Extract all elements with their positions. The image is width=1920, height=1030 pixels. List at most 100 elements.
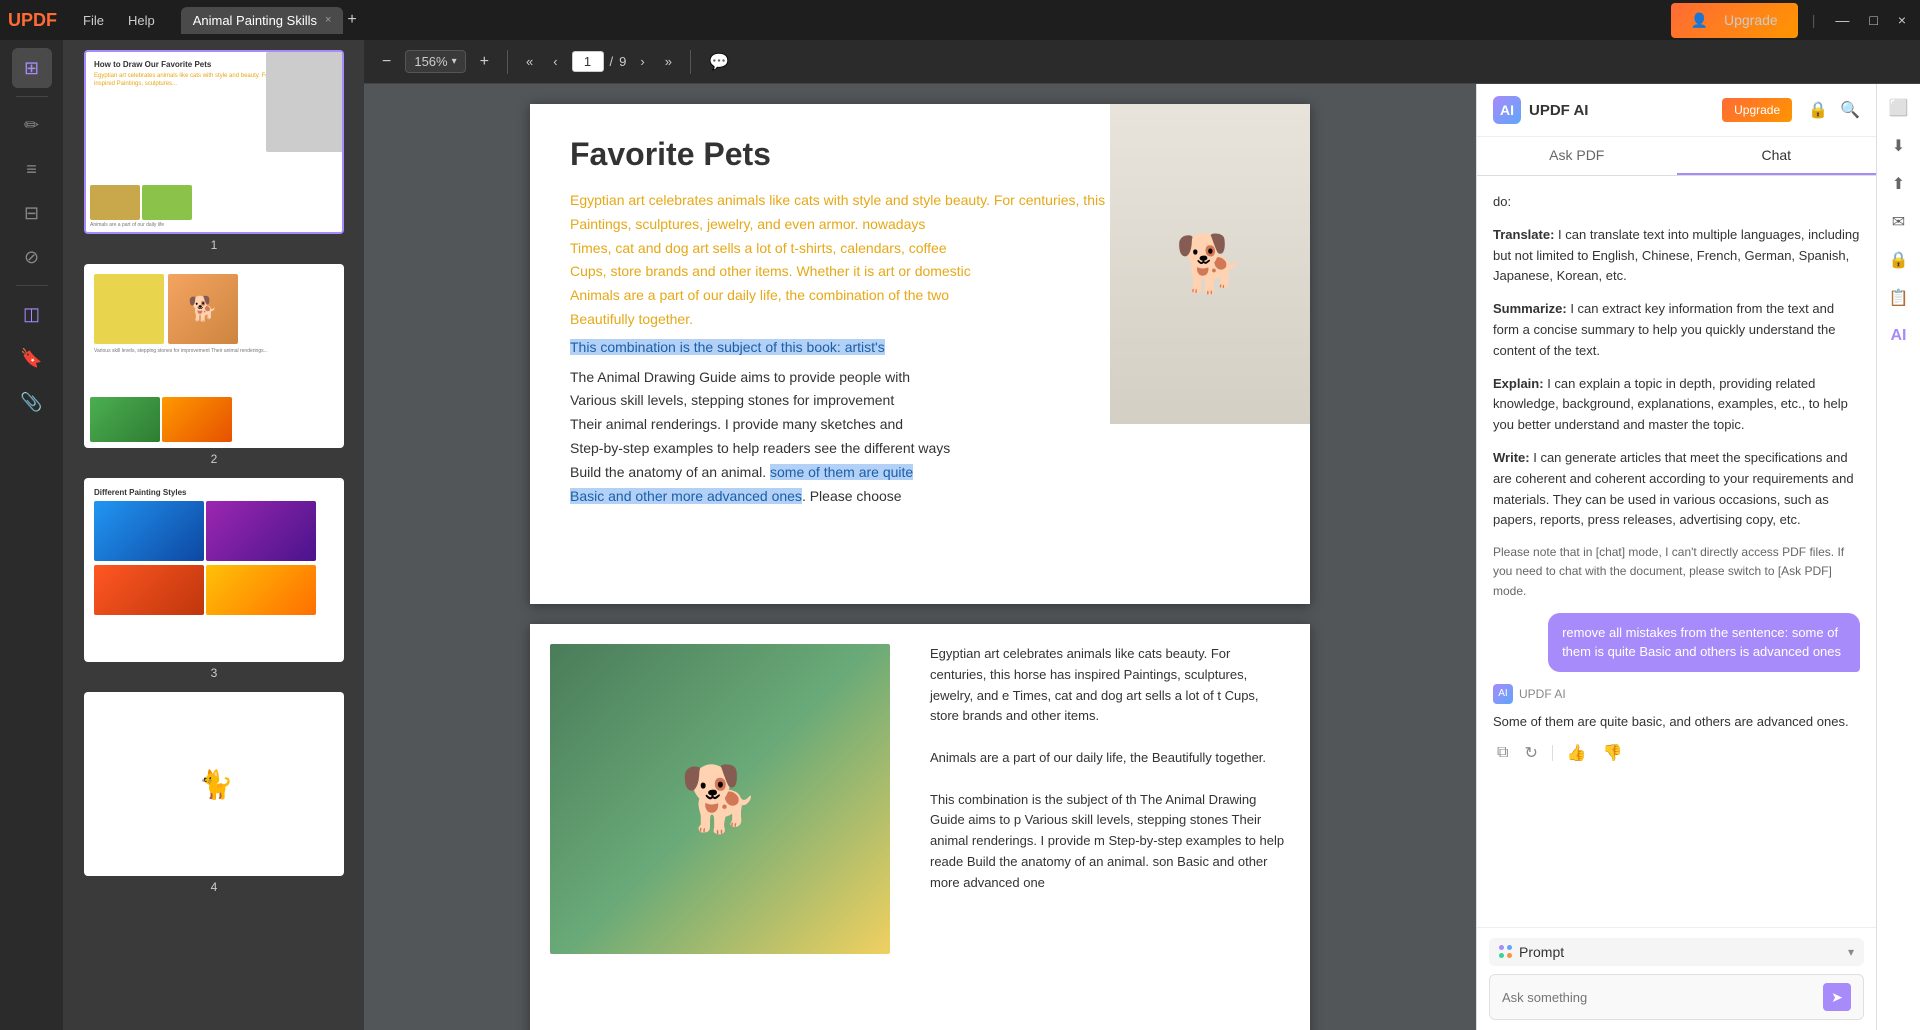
menu-file[interactable]: File — [73, 9, 114, 32]
thumbnail-page-2[interactable]: 🐕 Various skill levels, stepping stones … — [74, 264, 354, 466]
rt-button-2[interactable]: ⬇ — [1883, 130, 1915, 162]
rt-button-clipboard[interactable]: 📋 — [1883, 282, 1915, 314]
rt-button-lock[interactable]: 🔒 — [1883, 244, 1915, 276]
ask-input[interactable] — [1502, 990, 1815, 1005]
sidebar-icon-stamp[interactable]: ⊘ — [12, 237, 52, 277]
page-separator: / — [610, 54, 614, 69]
comment-toolbar-button[interactable]: 💬 — [703, 48, 735, 76]
tab-title: Animal Painting Skills — [193, 13, 317, 28]
thumbnail-page-3[interactable]: Different Painting Styles 3 — [74, 478, 354, 680]
thumbnail-img-2: 🐕 Various skill levels, stepping stones … — [84, 264, 344, 448]
thumbnail-panel: How to Draw Our Favorite Pets Egyptian a… — [64, 40, 364, 1030]
toolbar-separator-1 — [507, 50, 508, 74]
ai-upgrade-button[interactable]: Upgrade — [1722, 98, 1792, 122]
ai-response-text: Some of them are quite basic, and others… — [1493, 704, 1860, 741]
ai-tabs: Ask PDF Chat — [1477, 137, 1876, 176]
nav-next-button[interactable]: › — [634, 50, 650, 73]
ai-panel-title: UPDF AI — [1529, 102, 1588, 119]
ai-response-header: AI UPDF AI — [1493, 684, 1860, 704]
ai-response-actions: ⧉ ↻ 👍 👎 — [1493, 741, 1860, 765]
zoom-out-button[interactable]: − — [376, 49, 397, 75]
titlebar: UPDF File Help Animal Painting Skills × … — [0, 0, 1920, 40]
sidebar-icon-select[interactable]: ⊞ — [12, 48, 52, 88]
page-total: 9 — [619, 54, 626, 69]
menu-help[interactable]: Help — [118, 9, 165, 32]
tab-close-btn[interactable]: × — [325, 14, 331, 26]
copy-response-button[interactable]: ⧉ — [1493, 742, 1512, 764]
nav-first-button[interactable]: « — [520, 50, 539, 73]
tab-ask-pdf[interactable]: Ask PDF — [1477, 137, 1677, 175]
lock-icon: 🔒 — [1808, 100, 1828, 120]
ai-messages: do: Translate: I can translate text into… — [1477, 176, 1876, 927]
action-separator — [1552, 745, 1553, 761]
rt-button-3[interactable]: ⬆ — [1883, 168, 1915, 200]
pdf-embroidery-image: 🐕 — [550, 644, 890, 954]
ai-explain-info: Explain: I can explain a topic in depth,… — [1493, 374, 1860, 436]
main-toolbar: − 156% ▾ + « ‹ / 9 › » 💬 — [364, 40, 1920, 84]
nav-prev-button[interactable]: ‹ — [547, 50, 563, 73]
ai-translate-info: Translate: I can translate text into mul… — [1493, 225, 1860, 287]
user-message-container: remove all mistakes from the sentence: s… — [1493, 613, 1860, 672]
tab-chat[interactable]: Chat — [1677, 137, 1877, 175]
app-body: ⊞ ✏ ≡ ⊟ ⊘ ◫ 🔖 📎 How to Draw Our Favorite… — [0, 40, 1920, 1030]
sidebar-divider-1 — [16, 96, 48, 97]
right-toolbar: ⬜ ⬇ ⬆ ✉ 🔒 📋 AI — [1876, 84, 1920, 1030]
upgrade-button-title[interactable]: 👤 Upgrade — [1671, 3, 1798, 38]
toolbar-separator-2 — [690, 50, 691, 74]
thumbnail-num-3: 3 — [211, 666, 218, 680]
refresh-response-button[interactable]: ↻ — [1520, 741, 1541, 765]
page-number-input[interactable] — [572, 51, 604, 72]
pdf-page-1: 🐕 Favorite Pets Egyptian art celebrates … — [530, 104, 1310, 604]
main-content: 🐕 Favorite Pets Egyptian art celebrates … — [364, 84, 1920, 1030]
ai-response-container: AI UPDF AI Some of them are quite basic,… — [1493, 684, 1860, 765]
rt-button-1[interactable]: ⬜ — [1883, 92, 1915, 124]
thumbdown-button[interactable]: 👎 — [1599, 741, 1627, 765]
send-button[interactable]: ➤ — [1823, 983, 1851, 1011]
prompt-bar: Prompt ▾ ➤ — [1477, 927, 1876, 1030]
window-controls: 👤 Upgrade | — □ × — [1671, 3, 1912, 38]
prompt-label: Prompt — [1519, 944, 1842, 960]
app-logo: UPDF — [8, 10, 57, 31]
ai-logo: AI — [1493, 96, 1521, 124]
active-tab[interactable]: Animal Painting Skills × — [181, 7, 344, 34]
sidebar-icon-layers[interactable]: ◫ — [12, 294, 52, 334]
thumbnail-num-4: 4 — [211, 880, 218, 894]
rt-button-mail[interactable]: ✉ — [1883, 206, 1915, 238]
sidebar-icon-bookmark[interactable]: 🔖 — [12, 338, 52, 378]
nav-last-button[interactable]: » — [659, 50, 678, 73]
close-button[interactable]: × — [1892, 8, 1912, 32]
zoom-display: 156% ▾ — [405, 50, 465, 73]
thumbnail-img-1: How to Draw Our Favorite Pets Egyptian a… — [84, 50, 344, 234]
thumbnail-page-1[interactable]: How to Draw Our Favorite Pets Egyptian a… — [74, 50, 354, 252]
pdf-page2-right: Egyptian art celebrates animals like cat… — [930, 644, 1290, 1030]
maximize-button[interactable]: □ — [1863, 8, 1883, 32]
pdf-page2-text: Egyptian art celebrates animals like cat… — [930, 644, 1290, 894]
sidebar-icon-organize[interactable]: ⊟ — [12, 193, 52, 233]
page-nav: / 9 — [572, 51, 627, 72]
new-tab-button[interactable]: + — [347, 11, 356, 29]
sidebar-icon-comment[interactable]: ≡ — [12, 149, 52, 189]
thumbup-button[interactable]: 👍 — [1563, 741, 1591, 765]
thumbnail-img-3: Different Painting Styles — [84, 478, 344, 662]
thumbnail-num-1: 1 — [211, 238, 218, 252]
ai-panel: AI UPDF AI Upgrade 🔒 🔍 Ask PDF Chat do: … — [1476, 84, 1876, 1030]
tab-bar: Animal Painting Skills × + — [181, 7, 1663, 34]
minimize-button[interactable]: — — [1829, 8, 1855, 32]
zoom-in-button[interactable]: + — [474, 49, 495, 75]
ai-note-text: Please note that in [chat] mode, I can't… — [1493, 543, 1860, 601]
pdf-page1-image: 🐕 — [1110, 104, 1310, 424]
prompt-chevron-icon: ▾ — [1848, 945, 1854, 959]
sidebar-icon-attachment[interactable]: 📎 — [12, 382, 52, 422]
ai-summarize-info: Summarize: I can extract key information… — [1493, 299, 1860, 361]
content-area: − 156% ▾ + « ‹ / 9 › » 💬 — [364, 40, 1920, 1030]
pdf-page2-left: 🐕 — [550, 644, 910, 1030]
prompt-selector[interactable]: Prompt ▾ — [1489, 938, 1864, 966]
left-sidebar: ⊞ ✏ ≡ ⊟ ⊘ ◫ 🔖 📎 — [0, 40, 64, 1030]
user-message-bubble: remove all mistakes from the sentence: s… — [1548, 613, 1860, 672]
pdf-view: 🐕 Favorite Pets Egyptian art celebrates … — [364, 84, 1476, 1030]
thumbnail-img-4: 🐈 — [84, 692, 344, 876]
rt-button-ai[interactable]: AI — [1883, 320, 1915, 352]
thumbnail-page-4[interactable]: 🐈 4 — [74, 692, 354, 894]
sidebar-icon-edit[interactable]: ✏ — [12, 105, 52, 145]
separator: | — [1806, 8, 1822, 32]
